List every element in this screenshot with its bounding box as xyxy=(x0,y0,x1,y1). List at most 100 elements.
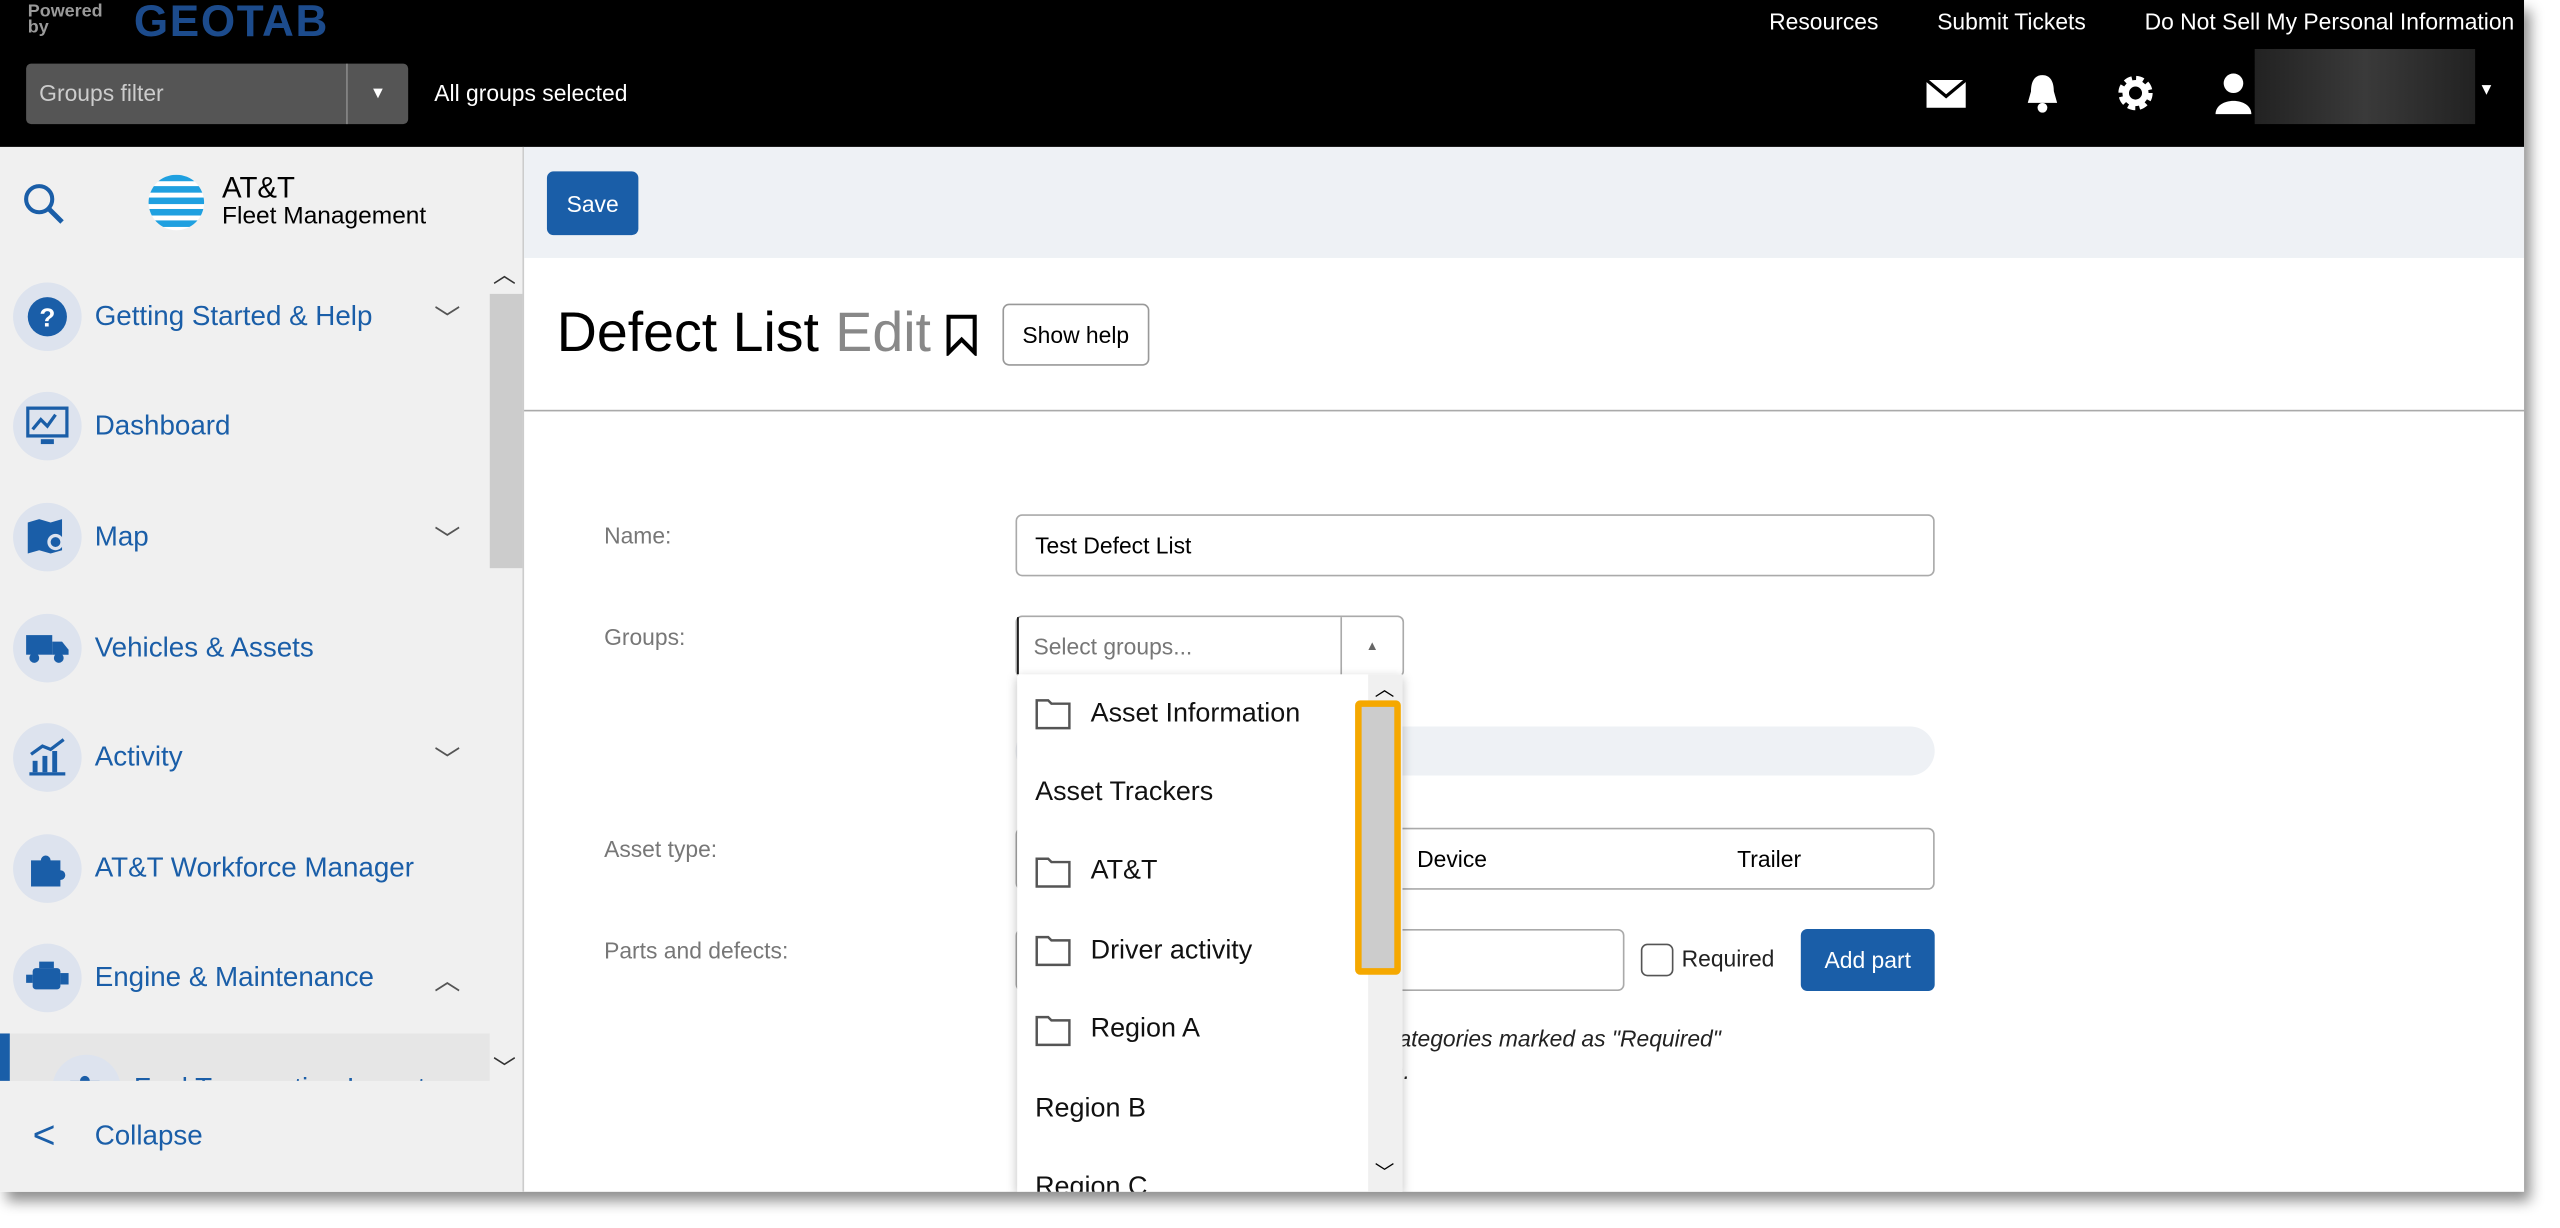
sidebar-item-label: Fuel Transaction Import xyxy=(134,1073,426,1081)
sidebar-item-dashboard[interactable]: Dashboard xyxy=(0,372,490,482)
collapse-label: Collapse xyxy=(94,1119,203,1152)
sidebar-item-fuel-transaction-import[interactable]: Fuel Transaction Import xyxy=(0,1033,490,1081)
sidebar-item-at-t-workforce-manager[interactable]: AT&T Workforce Manager xyxy=(0,813,490,923)
bell-icon[interactable] xyxy=(2023,72,2062,114)
asset-type-trailer[interactable]: Trailer xyxy=(1737,829,1801,888)
group-option[interactable]: Region B xyxy=(1017,1069,1402,1148)
name-input[interactable]: Test Defect List xyxy=(1015,514,1935,577)
submit-tickets-link[interactable]: Submit Tickets xyxy=(1937,8,2086,34)
dropdown-scrollbar-thumb-highlighted[interactable] xyxy=(1355,700,1401,975)
group-option[interactable]: Asset Information xyxy=(1017,674,1402,753)
powered-by-label: Powered by xyxy=(27,1,103,38)
asset-type-device[interactable]: Device xyxy=(1417,829,1487,888)
collapse-button[interactable]: < Collapse xyxy=(0,1081,522,1192)
sidebar-item-label: AT&T Workforce Manager xyxy=(94,851,415,883)
sidebar-item-label: Vehicles & Assets xyxy=(94,631,314,663)
parts-note-line1: r categories marked as "Required" xyxy=(1373,1025,1721,1052)
sidebar-scrollbar-thumb[interactable] xyxy=(489,293,523,569)
page-title: Defect List Edit Show help xyxy=(557,302,1149,366)
toolbar: Save xyxy=(524,146,2525,258)
sidebar-item-label: Engine & Maintenance xyxy=(94,962,374,994)
engine-icon xyxy=(13,944,82,1013)
sidebar-item-activity[interactable]: Activity ﹀ xyxy=(0,703,490,813)
page-title-text: Defect List xyxy=(556,302,819,365)
dashboard-icon xyxy=(13,392,82,462)
sidebar-item-vehicles-assets[interactable]: Vehicles & Assets xyxy=(0,592,490,702)
required-checkbox[interactable] xyxy=(1640,943,1674,977)
main-content: Save Defect List Edit Show help Name: Te… xyxy=(524,146,2525,1192)
chevron-left-icon: < xyxy=(32,1113,56,1158)
att-globe-icon xyxy=(148,174,205,231)
gear-icon[interactable] xyxy=(2114,72,2156,114)
resources-link[interactable]: Resources xyxy=(1769,8,1878,34)
chevron-down-icon[interactable]: ﹀ xyxy=(434,297,460,336)
sidebar-item-getting-started-help[interactable]: ? Getting Started & Help ﹀ xyxy=(0,261,490,371)
group-option-label: Driver activity xyxy=(1090,935,1253,965)
show-help-button[interactable]: Show help xyxy=(1002,302,1149,365)
sidebar-scrollbar[interactable] xyxy=(489,261,523,1081)
page-title-mode: Edit xyxy=(835,302,931,365)
group-option-label: AT&T xyxy=(1090,856,1158,886)
group-option[interactable]: AT&T xyxy=(1017,832,1402,911)
chevron-down-icon[interactable]: ▼ xyxy=(346,63,408,125)
asset-type-label: Asset type: xyxy=(604,835,718,863)
group-option[interactable]: Region A xyxy=(1017,990,1402,1069)
sidebar-item-engine-maintenance[interactable]: Engine & Maintenance ︿ xyxy=(0,923,490,1033)
folder-icon xyxy=(1035,857,1071,888)
groups-dropdown-list: Asset Information Asset Trackers AT&T Drive… xyxy=(1017,674,1403,1192)
chevron-up-icon[interactable]: ︿ xyxy=(434,959,460,998)
save-button[interactable]: Save xyxy=(546,171,639,236)
active-indicator xyxy=(0,1033,10,1081)
group-option[interactable]: Driver activity xyxy=(1017,911,1402,990)
mail-icon[interactable] xyxy=(1925,78,1967,111)
groups-filter-input[interactable]: Groups filter xyxy=(26,64,346,124)
groups-select[interactable]: Select groups... ▲ xyxy=(1015,615,1405,678)
chevron-down-icon[interactable]: ﹀ xyxy=(434,518,460,557)
sidebar-item-label: Dashboard xyxy=(94,410,231,442)
user-name-redacted[interactable] xyxy=(2254,48,2476,125)
sidebar: AT&T Fleet Management ︿ ? Getting Started … xyxy=(0,146,525,1192)
name-label: Name: xyxy=(604,522,672,549)
sidebar-item-map[interactable]: Map ﹀ xyxy=(0,482,490,592)
activity-chart-icon xyxy=(13,723,82,793)
sidebar-item-label: Activity xyxy=(94,741,183,773)
sidebar-item-label: Getting Started & Help xyxy=(94,300,373,332)
group-option[interactable]: Region C xyxy=(1017,1148,1402,1192)
scroll-down-icon[interactable]: ﹀ xyxy=(493,1051,516,1084)
scroll-up-icon[interactable]: ︿ xyxy=(1375,674,1395,702)
group-option-label: Region A xyxy=(1090,1014,1200,1044)
divider xyxy=(524,409,2525,412)
logo-subtext: Fleet Management xyxy=(222,201,427,230)
folder-icon xyxy=(1035,936,1071,967)
groups-status: All groups selected xyxy=(434,79,628,107)
search-icon[interactable] xyxy=(23,183,65,225)
group-option[interactable]: Asset Trackers xyxy=(1017,753,1402,832)
folder-icon xyxy=(1035,699,1071,730)
scroll-down-icon[interactable]: ﹀ xyxy=(1375,1158,1395,1186)
svg-text:?: ? xyxy=(39,302,55,332)
group-option-label: Asset Trackers xyxy=(1035,777,1214,807)
map-icon xyxy=(13,502,82,572)
puzzle-icon xyxy=(13,833,82,903)
required-label: Required xyxy=(1681,945,1775,972)
chevron-down-icon[interactable]: ﹀ xyxy=(434,738,460,777)
groups-filter[interactable]: Groups filter ▼ xyxy=(26,63,409,125)
sidebar-item-label: Map xyxy=(94,520,149,552)
help-icon: ? xyxy=(13,282,82,351)
logo-text: AT&T xyxy=(222,170,295,204)
group-option-label: Region C xyxy=(1035,1172,1148,1192)
puzzle-icon xyxy=(52,1054,121,1081)
chevron-up-icon[interactable]: ▲ xyxy=(1340,617,1402,676)
sidebar-nav: ? Getting Started & Help ﹀ Dashboard Map ﹀ Veh… xyxy=(0,261,490,1081)
bookmark-icon[interactable] xyxy=(944,313,980,356)
att-logo: AT&T Fleet Management xyxy=(147,170,427,232)
folder-icon xyxy=(1035,1015,1071,1046)
user-icon[interactable] xyxy=(2215,72,2252,115)
add-part-button[interactable]: Add part xyxy=(1800,928,1935,992)
group-option-label: Region B xyxy=(1035,1093,1146,1123)
user-menu-chevron-icon[interactable]: ▼ xyxy=(2478,82,2494,100)
parts-note: r categories marked as "Required" ion. xyxy=(1373,1022,1721,1087)
groups-search-input[interactable]: Select groups... xyxy=(1017,617,1340,676)
do-not-sell-link[interactable]: Do Not Sell My Personal Information xyxy=(2145,8,2515,34)
parts-label: Parts and defects: xyxy=(604,937,789,964)
